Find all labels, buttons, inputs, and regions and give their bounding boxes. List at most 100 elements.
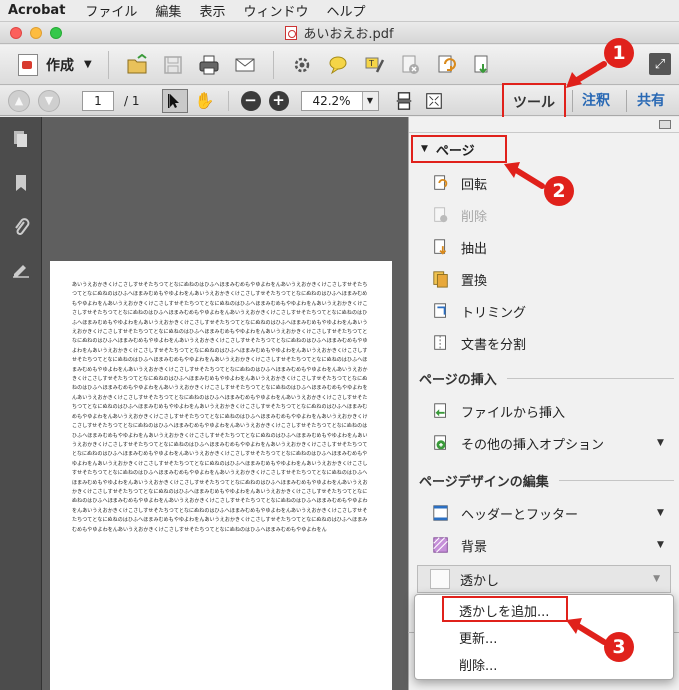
panel-options-icon[interactable]: [659, 120, 671, 129]
delete-pages-item[interactable]: 削除: [431, 203, 487, 227]
chevron-down-icon[interactable]: ▼: [657, 508, 664, 518]
delete-page-icon[interactable]: [398, 53, 422, 77]
document-viewport[interactable]: あいうえおかきくけこさしすせそたちつてとなにぬねのはひふへほまみむめもやゆよわを…: [42, 117, 408, 690]
chevron-down-icon[interactable]: ▼: [657, 540, 664, 550]
replace-pages-item[interactable]: 置換: [431, 267, 487, 291]
tab-comment[interactable]: 注釈: [582, 90, 610, 110]
full-screen-expand-icon[interactable]: ⤢: [649, 53, 671, 75]
tab-share[interactable]: 共有: [637, 90, 665, 110]
extract-label: 抽出: [461, 241, 488, 257]
print-icon[interactable]: [197, 53, 221, 77]
remove-watermark-menu-item[interactable]: 削除...: [459, 655, 497, 674]
page-body-text: あいうえおかきくけこさしすせそたちつてとなにぬねのはひふへほまみむめもやゆよわを…: [72, 282, 368, 533]
hand-tool-icon[interactable]: ✋: [192, 89, 218, 113]
more-insert-options-item[interactable]: その他の挿入オプション ▼: [431, 431, 664, 455]
save-icon[interactable]: [161, 53, 185, 77]
background-item[interactable]: 背景 ▼: [431, 533, 664, 557]
rotate-label: 回転: [461, 177, 488, 193]
window-title-bar: あいおえお.pdf: [0, 22, 679, 44]
replace-label: 置換: [461, 273, 488, 289]
scrolling-mode-icon[interactable]: [393, 90, 415, 112]
next-page-button[interactable]: ▼: [38, 89, 60, 112]
pdf-page[interactable]: あいうえおかきくけこさしすせそたちつてとなにぬねのはひふへほまみむめもやゆよわを…: [50, 261, 392, 690]
header-footer-icon: [431, 503, 451, 523]
zoom-window-button[interactable]: [50, 27, 62, 39]
page-thumbnails-icon[interactable]: [11, 129, 31, 149]
menu-app-name[interactable]: Acrobat: [8, 3, 65, 18]
comment-bubble-icon[interactable]: [326, 53, 350, 77]
rotate-pages-item[interactable]: 回転: [431, 171, 487, 195]
insert-from-file-label: ファイルから挿入: [461, 405, 566, 421]
background-label: 背景: [461, 539, 488, 555]
chevron-down-icon[interactable]: ▼: [653, 574, 660, 584]
menu-view[interactable]: 表示: [199, 1, 225, 20]
menu-file[interactable]: ファイル: [85, 1, 137, 20]
bookmark-icon[interactable]: [11, 173, 31, 193]
fit-page-icon[interactable]: [423, 90, 445, 112]
open-folder-icon[interactable]: [125, 53, 149, 77]
background-icon: [431, 535, 451, 555]
signature-pen-icon[interactable]: [11, 259, 31, 279]
split-label: 文書を分割: [461, 337, 527, 353]
update-watermark-menu-item[interactable]: 更新...: [459, 628, 497, 647]
group-divider: [558, 480, 674, 481]
zoom-value: 42.2%: [312, 93, 351, 108]
toolbar-divider: [272, 50, 274, 79]
highlight-text-icon[interactable]: T: [362, 53, 386, 77]
panel-header: [409, 117, 679, 133]
settings-gear-icon[interactable]: [290, 53, 314, 77]
pages-section-header[interactable]: ▼ ページ: [411, 135, 507, 163]
attachment-paperclip-icon[interactable]: [11, 217, 31, 237]
zoom-out-button[interactable]: −: [240, 90, 261, 111]
pages-section-title: ページ: [435, 143, 475, 159]
crop-label: トリミング: [461, 305, 527, 321]
page-design-group-header: ページデザインの編集: [419, 471, 674, 490]
header-footer-label: ヘッダーとフッター: [461, 507, 579, 523]
zoom-in-button[interactable]: +: [268, 90, 289, 111]
navigation-pane-rail: [0, 117, 42, 690]
extract-page-icon[interactable]: [470, 53, 494, 77]
callout-arrow-2: [504, 162, 545, 189]
disclosure-triangle-icon: ▼: [421, 144, 428, 154]
page-total: / 1: [124, 93, 140, 108]
pdf-file-icon: [285, 25, 298, 40]
callout-arrow-1: [566, 61, 607, 88]
window-controls: [10, 27, 62, 39]
delete-label: 削除: [461, 209, 488, 225]
crop-icon: [431, 301, 451, 321]
insert-options-icon: [431, 433, 451, 453]
chevron-down-icon[interactable]: ▼: [657, 438, 664, 448]
callout-badge-2: 2: [544, 176, 574, 206]
watermark-item[interactable]: 透かし ▼: [417, 565, 671, 593]
watermark-label: 透かし: [460, 573, 500, 589]
svg-text:T: T: [368, 59, 374, 68]
window-title: あいおえお.pdf: [303, 27, 394, 42]
menu-edit[interactable]: 編集: [155, 1, 181, 20]
insert-from-file-item[interactable]: ファイルから挿入: [431, 399, 565, 423]
callout-arrow-3: [566, 618, 607, 645]
select-tool-button[interactable]: [161, 88, 188, 113]
add-watermark-highlight-box: [442, 596, 568, 622]
create-label: 作成: [46, 57, 74, 74]
minimize-window-button[interactable]: [30, 27, 42, 39]
crop-pages-item[interactable]: トリミング: [431, 299, 526, 323]
tab-tools[interactable]: ツール: [502, 83, 566, 121]
rotate-icon: [431, 173, 451, 193]
design-group-title: ページデザインの編集: [419, 475, 549, 490]
rotate-page-icon[interactable]: [434, 53, 458, 77]
extract-pages-item[interactable]: 抽出: [431, 235, 487, 259]
insert-file-icon: [431, 401, 451, 421]
insert-group-title: ページの挿入: [419, 373, 497, 388]
split-document-item[interactable]: 文書を分割: [431, 331, 526, 355]
email-icon[interactable]: [233, 53, 257, 77]
header-footer-item[interactable]: ヘッダーとフッター ▼: [431, 501, 664, 525]
page-number-input[interactable]: 1: [82, 90, 114, 111]
callout-badge-3: 3: [604, 632, 634, 662]
previous-page-button[interactable]: ▲: [8, 89, 30, 112]
chevron-down-icon[interactable]: ▼: [361, 91, 378, 110]
zoom-level-field[interactable]: 42.2% ▼: [300, 90, 379, 111]
close-window-button[interactable]: [10, 27, 22, 39]
create-button[interactable]: 作成 ▼: [12, 50, 98, 80]
menu-window[interactable]: ウィンドウ: [243, 1, 308, 20]
menu-help[interactable]: ヘルプ: [326, 1, 365, 20]
